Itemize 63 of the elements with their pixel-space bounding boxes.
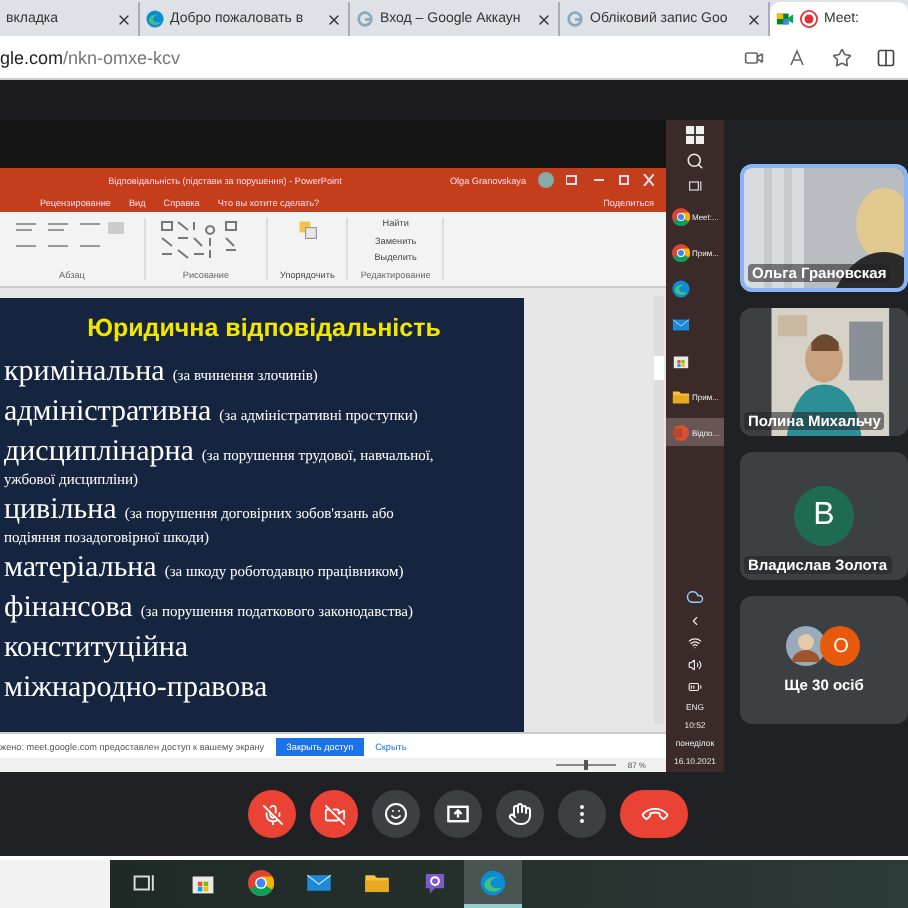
close-icon[interactable]: [536, 11, 552, 27]
reactions-button[interactable]: [372, 790, 420, 838]
cloud-icon[interactable]: [686, 588, 704, 606]
chevron-icon[interactable]: [688, 614, 702, 628]
user-avatar: [538, 172, 554, 188]
arrange-icon[interactable]: [295, 218, 320, 242]
list-term: конституційна: [4, 630, 189, 666]
scroll-thumb[interactable]: [654, 356, 664, 380]
camera-off-icon: [323, 803, 345, 825]
task-view-icon: [687, 178, 703, 194]
search-icon[interactable]: [686, 152, 704, 170]
raise-hand-button[interactable]: [496, 790, 544, 838]
google-icon: [566, 10, 584, 28]
mail-icon: [306, 869, 332, 895]
task-view-icon: [132, 869, 158, 895]
folder-icon: [672, 387, 690, 405]
participant-avatar: [786, 626, 827, 666]
microphone-button[interactable]: [248, 790, 296, 838]
close-icon[interactable]: [746, 11, 762, 27]
camera-button[interactable]: [310, 790, 358, 838]
split-screen-icon[interactable]: [876, 47, 896, 67]
google-icon: [356, 10, 374, 28]
slide-title: Юридична відповідальність: [85, 314, 443, 342]
hand-icon: [508, 802, 532, 826]
microphone-off-icon: [261, 803, 283, 825]
viber-icon: [422, 869, 448, 895]
folder-icon: [364, 869, 390, 895]
more-options-button[interactable]: [558, 790, 606, 838]
camera-icon: [776, 10, 794, 28]
list-term: міжнародно-правова: [4, 670, 268, 706]
star-icon[interactable]: [832, 47, 852, 67]
list-term: фінансова: [4, 590, 133, 626]
wifi-icon[interactable]: [688, 636, 702, 650]
list-term: кримінальна: [4, 354, 165, 390]
chrome-icon: [672, 243, 690, 261]
windows-start-icon[interactable]: [686, 126, 704, 144]
close-icon[interactable]: [116, 11, 132, 27]
present-button[interactable]: [434, 790, 482, 838]
list-term: цивільна: [4, 492, 117, 528]
list-term: дисциплінарна: [4, 434, 194, 470]
close-icon[interactable]: [326, 11, 342, 27]
camera-icon[interactable]: [744, 47, 764, 67]
edge-icon: [672, 279, 690, 297]
participant-avatar: В: [794, 486, 854, 546]
present-screen-icon: [446, 802, 470, 826]
end-call-button[interactable]: [620, 790, 688, 838]
participant-avatar: О: [820, 626, 861, 666]
zoom-slider[interactable]: [583, 760, 588, 770]
window-controls-drawing[interactable]: [566, 174, 654, 186]
chrome-icon: [672, 207, 690, 225]
chrome-icon: [248, 869, 274, 895]
recording-icon: [800, 10, 818, 28]
list-term: адміністративна: [4, 394, 212, 430]
store-icon: [672, 351, 690, 369]
volume-icon[interactable]: [688, 658, 702, 672]
edge-icon: [146, 10, 164, 28]
powerpoint-icon: [672, 423, 690, 441]
list-term: матеріальна: [4, 550, 157, 586]
smile-icon: [384, 802, 408, 826]
mail-icon: [672, 315, 690, 333]
battery-icon[interactable]: [688, 680, 702, 694]
edge-icon: [480, 869, 506, 895]
read-aloud-icon[interactable]: [788, 47, 808, 67]
